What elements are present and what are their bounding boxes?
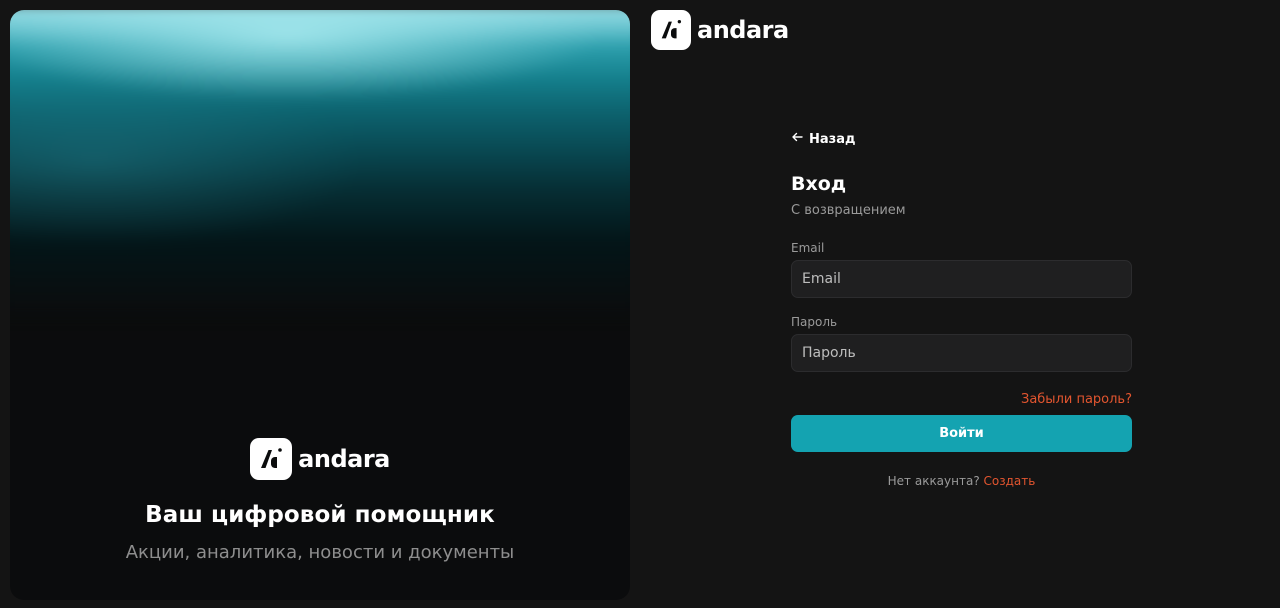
arrow-left-icon: [791, 131, 803, 147]
hero-gradient-background: [10, 10, 630, 316]
hero-title: Ваш цифровой помощник: [145, 502, 495, 528]
back-button[interactable]: Назад: [791, 131, 855, 147]
forgot-password-link[interactable]: Забыли пароль?: [1021, 392, 1132, 407]
create-account-link[interactable]: Создать: [984, 474, 1036, 488]
forgot-row: Забыли пароль?: [791, 388, 1132, 407]
header-brand[interactable]: andara: [651, 10, 789, 50]
email-label: Email: [791, 241, 825, 255]
login-page: andara Ваш цифровой помощник Акции, анал…: [0, 0, 1280, 608]
andara-logo-icon: [250, 438, 293, 480]
brand-wordmark: andara: [298, 445, 390, 473]
email-input[interactable]: [791, 260, 1132, 298]
no-account-text: Нет аккаунта?: [887, 474, 980, 488]
password-label: Пароль: [791, 315, 838, 329]
form-title: Вход: [791, 173, 847, 195]
login-form: Назад Вход С возвращением Email Пароль З…: [791, 128, 1132, 488]
brand-wordmark: andara: [697, 16, 789, 44]
hero-subtitle: Акции, аналитика, новости и документы: [125, 542, 515, 563]
hero-content: andara Ваш цифровой помощник Акции, анал…: [10, 438, 630, 563]
hero-brand: andara: [250, 438, 390, 480]
password-input[interactable]: [791, 334, 1132, 372]
login-button[interactable]: Войти: [791, 415, 1132, 452]
hero-panel: andara Ваш цифровой помощник Акции, анал…: [10, 10, 630, 600]
back-label: Назад: [809, 131, 856, 147]
signup-row: Нет аккаунта? Создать: [791, 474, 1132, 488]
andara-logo-icon: [651, 10, 691, 50]
form-subtitle: С возвращением: [791, 203, 906, 218]
